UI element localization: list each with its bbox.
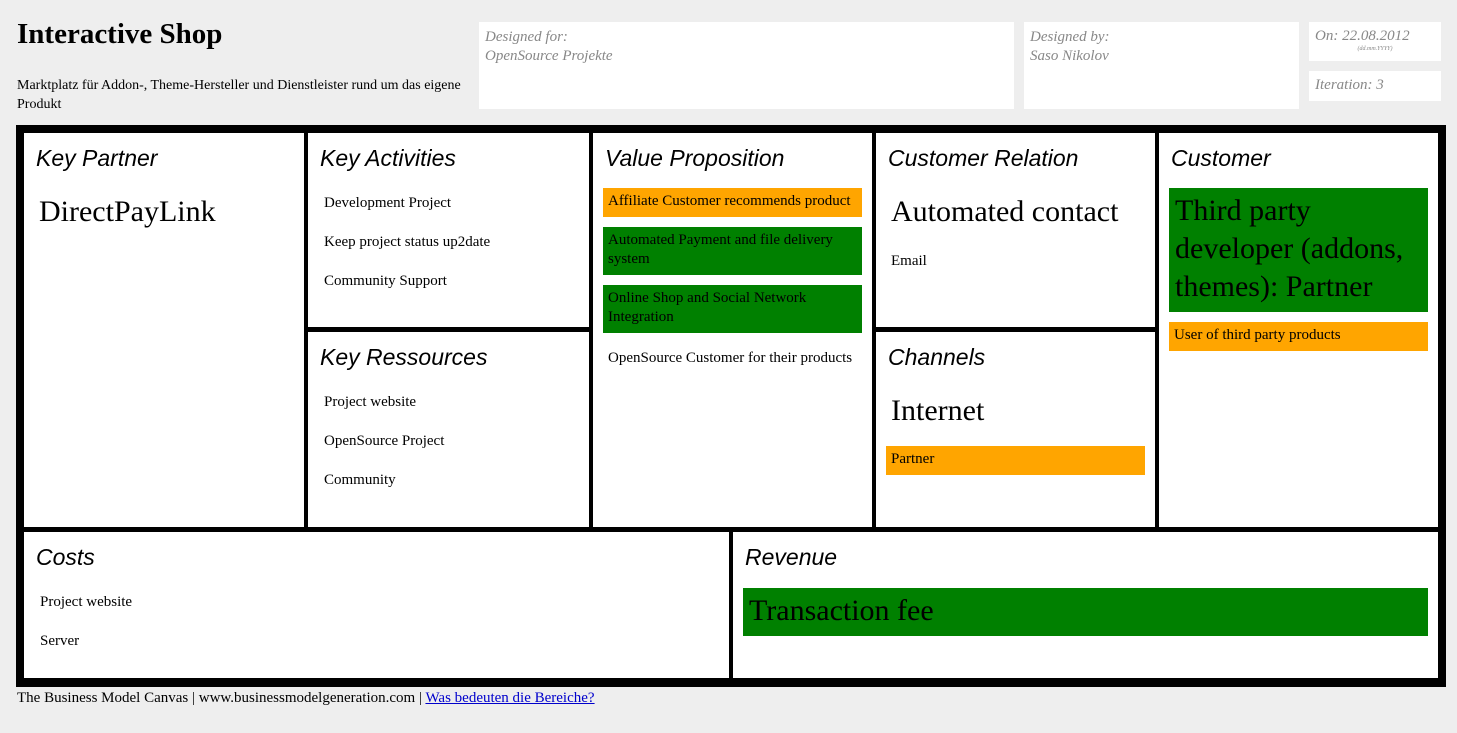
key-resources-cell[interactable]: Key Ressources Project website OpenSourc…: [308, 332, 589, 527]
revenue-cell[interactable]: Revenue Transaction fee: [733, 532, 1438, 678]
revenue-title: Revenue: [745, 544, 838, 570]
key-partner-cell[interactable]: Key Partner DirectPayLink: [24, 133, 304, 527]
costs-title: Costs: [36, 544, 95, 570]
footer: The Business Model Canvas | www.business…: [17, 689, 595, 707]
value-note-green[interactable]: Automated Payment and file delivery syst…: [603, 227, 862, 275]
key-activities-title: Key Activities: [320, 145, 456, 171]
cost-item[interactable]: Project website: [40, 593, 132, 612]
key-resource-item[interactable]: OpenSource Project: [324, 432, 444, 451]
customer-relation-title: Customer Relation: [888, 145, 1079, 171]
channels-title: Channels: [888, 344, 986, 370]
page-title: Interactive Shop: [17, 18, 223, 50]
customer-big-note-green[interactable]: Third party developer (addons, themes): …: [1169, 188, 1428, 312]
page-subtitle: Marktplatz für Addon-, Theme-Hersteller …: [17, 78, 461, 112]
key-activity-item[interactable]: Keep project status up2date: [324, 233, 490, 252]
key-resource-item[interactable]: Project website: [324, 393, 416, 412]
revenue-big-note-green[interactable]: Transaction fee: [743, 588, 1428, 636]
channels-cell[interactable]: Channels Internet Partner: [876, 332, 1155, 527]
key-resource-item[interactable]: Community: [324, 471, 396, 490]
designed-for-label: Designed for:: [485, 29, 568, 45]
value-note-orange[interactable]: Affiliate Customer recommends product: [603, 188, 862, 217]
channels-note-orange[interactable]: Partner: [886, 446, 1145, 475]
designed-by-label: Designed by:: [1030, 29, 1110, 45]
customer-title: Customer: [1171, 145, 1271, 171]
customer-relation-item[interactable]: Email: [891, 252, 927, 271]
footer-help-link[interactable]: Was bedeuten die Bereiche?: [425, 690, 594, 706]
value-note-green[interactable]: Online Shop and Social Network Integrati…: [603, 285, 862, 333]
customer-relation-cell[interactable]: Customer Relation Automated contact Emai…: [876, 133, 1155, 327]
key-partner-item[interactable]: DirectPayLink: [39, 193, 216, 231]
key-resources-title: Key Ressources: [320, 344, 488, 370]
date-format-hint: (dd.mm.YYYY): [1357, 46, 1393, 52]
customer-note-orange[interactable]: User of third party products: [1169, 322, 1428, 351]
channels-big-item[interactable]: Internet: [891, 392, 984, 430]
business-model-canvas: Key Partner DirectPayLink Key Activities…: [16, 125, 1446, 687]
value-proposition-title: Value Proposition: [605, 145, 785, 171]
date-box: On: 22.08.2012 (dd.mm.YYYY): [1309, 22, 1441, 61]
key-activity-item[interactable]: Development Project: [324, 194, 451, 213]
costs-cell[interactable]: Costs Project website Server: [24, 532, 729, 678]
value-item[interactable]: OpenSource Customer for their products: [608, 349, 852, 368]
cost-item[interactable]: Server: [40, 632, 79, 651]
key-activity-item[interactable]: Community Support: [324, 272, 447, 291]
designed-by-box: Designed by: Saso Nikolov: [1024, 22, 1299, 109]
key-activities-cell[interactable]: Key Activities Development Project Keep …: [308, 133, 589, 327]
key-partner-title: Key Partner: [36, 145, 158, 171]
iteration-value[interactable]: Iteration: 3: [1315, 76, 1435, 95]
date-value[interactable]: On: 22.08.2012: [1315, 27, 1435, 46]
iteration-box: Iteration: 3: [1309, 71, 1441, 101]
value-proposition-cell[interactable]: Value Proposition Affiliate Customer rec…: [593, 133, 872, 527]
customer-cell[interactable]: Customer Third party developer (addons, …: [1159, 133, 1438, 527]
footer-text: The Business Model Canvas | www.business…: [17, 690, 426, 706]
designed-for-box: Designed for: OpenSource Projekte: [479, 22, 1014, 109]
designed-by-value[interactable]: Saso Nikolov: [1030, 47, 1293, 66]
customer-relation-big-item[interactable]: Automated contact: [891, 193, 1118, 231]
designed-for-value[interactable]: OpenSource Projekte: [485, 47, 1008, 66]
